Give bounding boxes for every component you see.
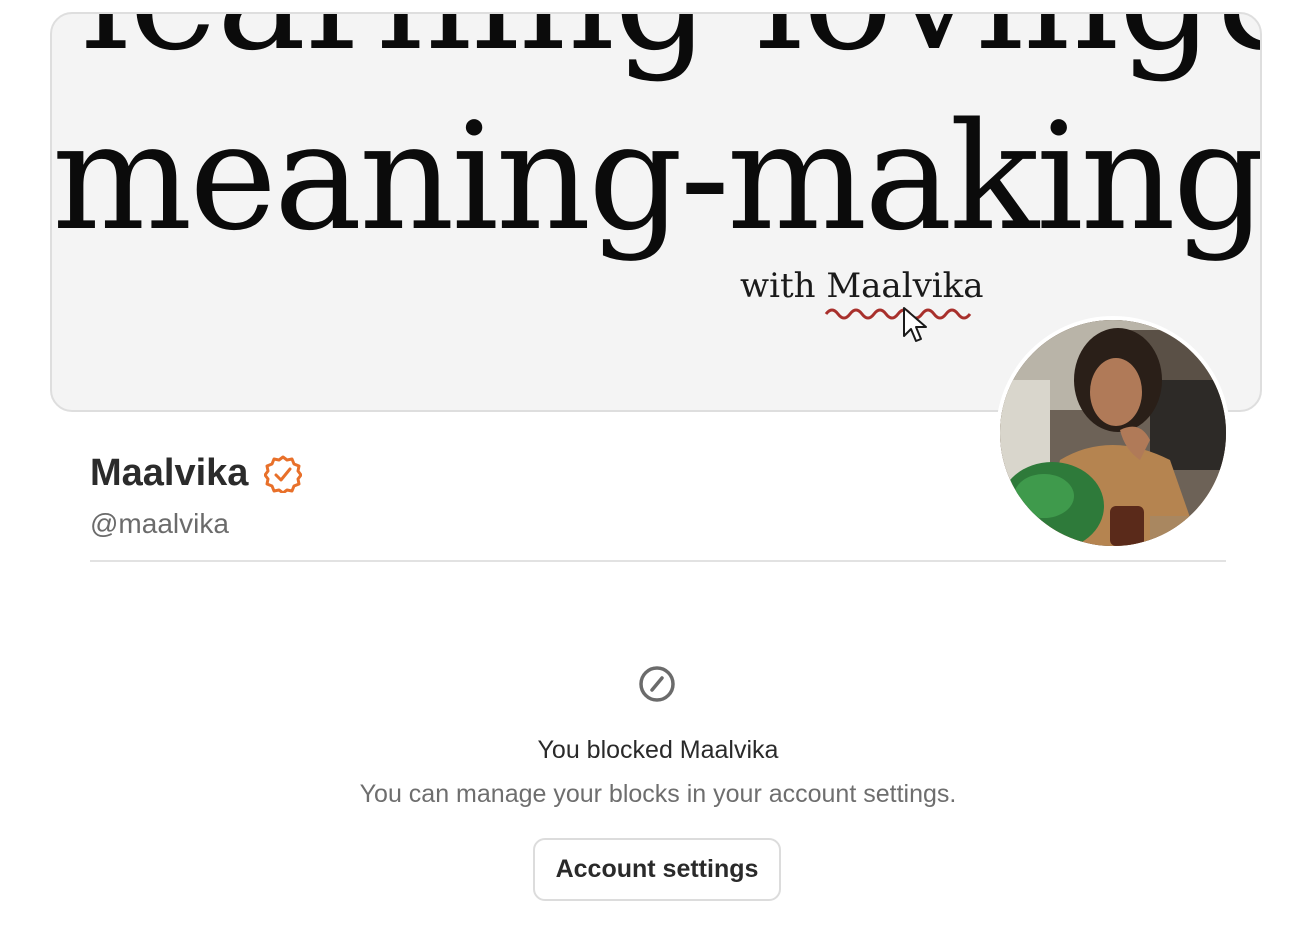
profile-name-row: Maalvika (90, 452, 303, 495)
blocked-message: You can manage your blocks in your accou… (359, 780, 957, 808)
avatar-photo (1000, 320, 1226, 546)
profile-divider (90, 560, 1226, 562)
mouse-cursor-icon (903, 307, 927, 342)
banner-title-main: meaning-making (52, 91, 1262, 263)
profile-page: learning loving& meaning-making with Maa… (0, 0, 1316, 936)
blocked-icon (639, 666, 675, 702)
profile-name: Maalvika (90, 452, 249, 494)
verified-badge-icon (264, 455, 303, 493)
banner-subtitle: with Maalvika (740, 266, 984, 306)
blocked-title: You blocked Maalvika (537, 736, 779, 764)
banner-title-top: learning loving& (52, 14, 1260, 72)
avatar[interactable] (996, 316, 1230, 550)
profile-handle: @maalvika (90, 508, 229, 539)
account-settings-button[interactable]: Account settings (533, 838, 781, 901)
squiggle-underline-icon (824, 308, 972, 320)
